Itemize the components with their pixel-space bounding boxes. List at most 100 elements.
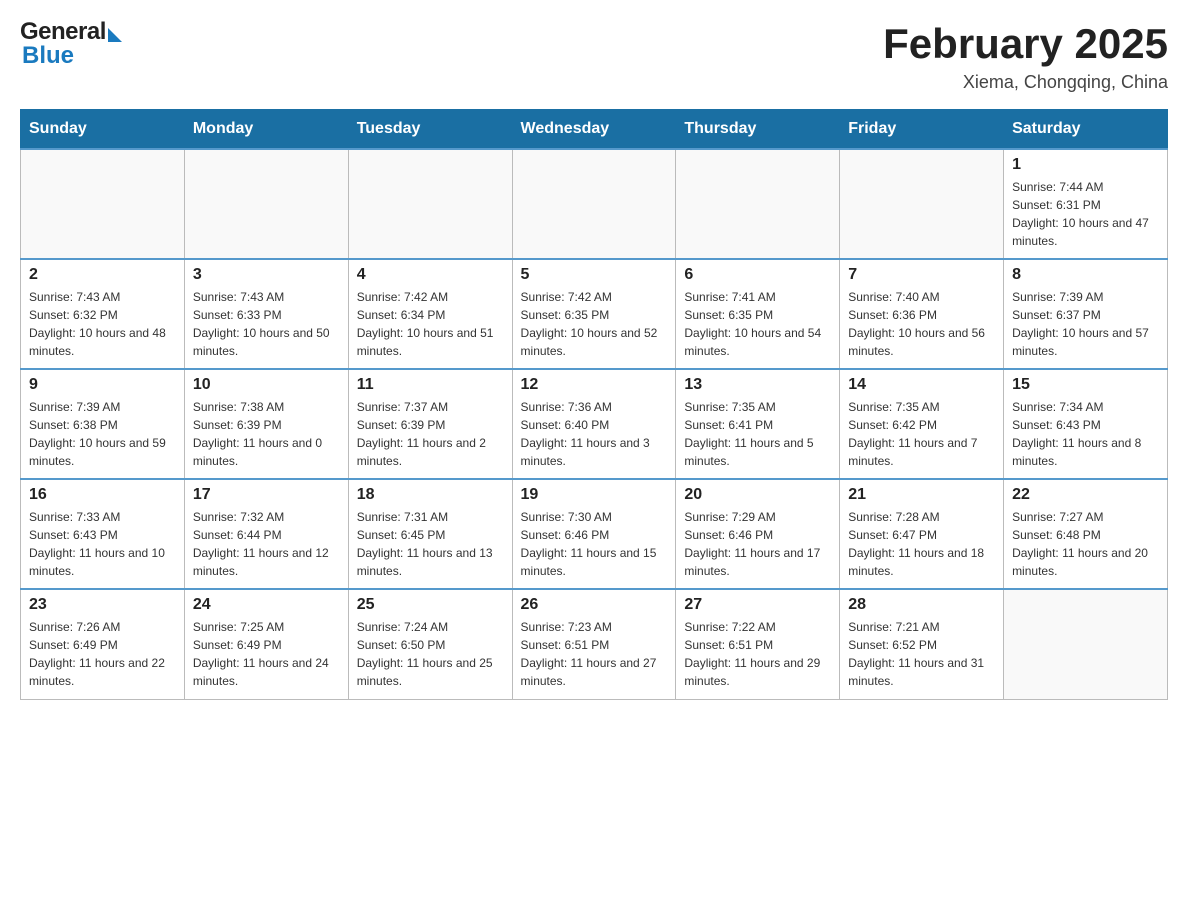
day-number: 28 — [848, 596, 995, 614]
day-number: 16 — [29, 486, 176, 504]
month-title: February 2025 — [883, 20, 1168, 68]
calendar-cell: 20 Sunrise: 7:29 AMSunset: 6:46 PMDayligh… — [676, 479, 840, 589]
calendar-week-1: 1 Sunrise: 7:44 AMSunset: 6:31 PMDaylight… — [21, 149, 1168, 259]
calendar-cell: 11 Sunrise: 7:37 AMSunset: 6:39 PMDayligh… — [348, 369, 512, 479]
day-info: Sunrise: 7:24 AMSunset: 6:50 PMDaylight:… — [357, 618, 504, 690]
day-number: 18 — [357, 486, 504, 504]
day-info: Sunrise: 7:40 AMSunset: 6:36 PMDaylight:… — [848, 288, 995, 360]
column-header-sunday: Sunday — [21, 110, 185, 150]
calendar-cell — [21, 149, 185, 259]
day-number: 27 — [684, 596, 831, 614]
calendar-cell: 27 Sunrise: 7:22 AMSunset: 6:51 PMDayligh… — [676, 589, 840, 699]
calendar-cell: 13 Sunrise: 7:35 AMSunset: 6:41 PMDayligh… — [676, 369, 840, 479]
calendar-cell: 9Sunrise: 7:39 AMSunset: 6:38 PMDaylight… — [21, 369, 185, 479]
calendar-week-2: 2Sunrise: 7:43 AMSunset: 6:32 PMDaylight… — [21, 259, 1168, 369]
calendar-cell: 3 Sunrise: 7:43 AMSunset: 6:33 PMDaylight… — [184, 259, 348, 369]
calendar-cell: 26 Sunrise: 7:23 AMSunset: 6:51 PMDayligh… — [512, 589, 676, 699]
calendar-cell: 2Sunrise: 7:43 AMSunset: 6:32 PMDaylight… — [21, 259, 185, 369]
day-info: Sunrise: 7:31 AMSunset: 6:45 PMDaylight:… — [357, 508, 504, 580]
day-info: Sunrise: 7:41 AMSunset: 6:35 PMDaylight:… — [684, 288, 831, 360]
day-number: 26 — [521, 596, 668, 614]
column-header-wednesday: Wednesday — [512, 110, 676, 150]
calendar-cell: 8 Sunrise: 7:39 AMSunset: 6:37 PMDaylight… — [1004, 259, 1168, 369]
day-number: 5 — [521, 266, 668, 284]
day-info: Sunrise: 7:29 AMSunset: 6:46 PMDaylight:… — [684, 508, 831, 580]
calendar-week-3: 9Sunrise: 7:39 AMSunset: 6:38 PMDaylight… — [21, 369, 1168, 479]
calendar-cell: 17 Sunrise: 7:32 AMSunset: 6:44 PMDayligh… — [184, 479, 348, 589]
calendar-cell — [512, 149, 676, 259]
day-number: 11 — [357, 376, 504, 394]
day-number: 6 — [684, 266, 831, 284]
day-info: Sunrise: 7:28 AMSunset: 6:47 PMDaylight:… — [848, 508, 995, 580]
day-number: 22 — [1012, 486, 1159, 504]
column-header-saturday: Saturday — [1004, 110, 1168, 150]
day-info: Sunrise: 7:26 AMSunset: 6:49 PMDaylight:… — [29, 618, 176, 690]
calendar-cell — [676, 149, 840, 259]
calendar-cell: 28Sunrise: 7:21 AMSunset: 6:52 PMDayligh… — [840, 589, 1004, 699]
day-number: 23 — [29, 596, 176, 614]
calendar-week-5: 23 Sunrise: 7:26 AMSunset: 6:49 PMDayligh… — [21, 589, 1168, 699]
day-number: 12 — [521, 376, 668, 394]
day-number: 7 — [848, 266, 995, 284]
column-header-monday: Monday — [184, 110, 348, 150]
day-number: 20 — [684, 486, 831, 504]
day-number: 2 — [29, 266, 176, 284]
calendar-cell — [184, 149, 348, 259]
day-info: Sunrise: 7:42 AMSunset: 6:35 PMDaylight:… — [521, 288, 668, 360]
calendar-cell: 18 Sunrise: 7:31 AMSunset: 6:45 PMDayligh… — [348, 479, 512, 589]
calendar-cell: 16Sunrise: 7:33 AMSunset: 6:43 PMDayligh… — [21, 479, 185, 589]
day-number: 15 — [1012, 376, 1159, 394]
day-number: 14 — [848, 376, 995, 394]
title-section: February 2025 Xiema, Chongqing, China — [883, 20, 1168, 93]
calendar-header-row: SundayMondayTuesdayWednesdayThursdayFrid… — [21, 110, 1168, 150]
calendar-cell: 14 Sunrise: 7:35 AMSunset: 6:42 PMDayligh… — [840, 369, 1004, 479]
calendar-cell: 21 Sunrise: 7:28 AMSunset: 6:47 PMDayligh… — [840, 479, 1004, 589]
day-number: 10 — [193, 376, 340, 394]
day-info: Sunrise: 7:38 AMSunset: 6:39 PMDaylight:… — [193, 398, 340, 470]
day-number: 1 — [1012, 156, 1159, 174]
day-info: Sunrise: 7:43 AMSunset: 6:33 PMDaylight:… — [193, 288, 340, 360]
day-info: Sunrise: 7:23 AMSunset: 6:51 PMDaylight:… — [521, 618, 668, 690]
calendar-cell: 24Sunrise: 7:25 AMSunset: 6:49 PMDayligh… — [184, 589, 348, 699]
logo-blue-text: Blue — [22, 44, 122, 68]
calendar-cell: 6 Sunrise: 7:41 AMSunset: 6:35 PMDaylight… — [676, 259, 840, 369]
column-header-thursday: Thursday — [676, 110, 840, 150]
page-header: General Blue February 2025 Xiema, Chongq… — [20, 20, 1168, 93]
day-info: Sunrise: 7:35 AMSunset: 6:42 PMDaylight:… — [848, 398, 995, 470]
day-info: Sunrise: 7:25 AMSunset: 6:49 PMDaylight:… — [193, 618, 340, 690]
day-number: 17 — [193, 486, 340, 504]
day-number: 13 — [684, 376, 831, 394]
calendar-cell: 22 Sunrise: 7:27 AMSunset: 6:48 PMDayligh… — [1004, 479, 1168, 589]
day-number: 19 — [521, 486, 668, 504]
day-info: Sunrise: 7:27 AMSunset: 6:48 PMDaylight:… — [1012, 508, 1159, 580]
day-info: Sunrise: 7:30 AMSunset: 6:46 PMDaylight:… — [521, 508, 668, 580]
day-number: 8 — [1012, 266, 1159, 284]
day-info: Sunrise: 7:35 AMSunset: 6:41 PMDaylight:… — [684, 398, 831, 470]
day-info: Sunrise: 7:36 AMSunset: 6:40 PMDaylight:… — [521, 398, 668, 470]
day-info: Sunrise: 7:37 AMSunset: 6:39 PMDaylight:… — [357, 398, 504, 470]
calendar-cell: 1 Sunrise: 7:44 AMSunset: 6:31 PMDaylight… — [1004, 149, 1168, 259]
location-text: Xiema, Chongqing, China — [883, 72, 1168, 93]
calendar-cell: 4 Sunrise: 7:42 AMSunset: 6:34 PMDaylight… — [348, 259, 512, 369]
day-number: 3 — [193, 266, 340, 284]
day-number: 4 — [357, 266, 504, 284]
calendar-cell — [1004, 589, 1168, 699]
day-info: Sunrise: 7:42 AMSunset: 6:34 PMDaylight:… — [357, 288, 504, 360]
calendar-cell: 10 Sunrise: 7:38 AMSunset: 6:39 PMDayligh… — [184, 369, 348, 479]
day-info: Sunrise: 7:32 AMSunset: 6:44 PMDaylight:… — [193, 508, 340, 580]
day-number: 21 — [848, 486, 995, 504]
day-info: Sunrise: 7:44 AMSunset: 6:31 PMDaylight:… — [1012, 178, 1159, 250]
calendar-cell: 25Sunrise: 7:24 AMSunset: 6:50 PMDayligh… — [348, 589, 512, 699]
day-info: Sunrise: 7:22 AMSunset: 6:51 PMDaylight:… — [684, 618, 831, 690]
calendar-cell: 15Sunrise: 7:34 AMSunset: 6:43 PMDayligh… — [1004, 369, 1168, 479]
day-info: Sunrise: 7:39 AMSunset: 6:37 PMDaylight:… — [1012, 288, 1159, 360]
calendar-cell — [840, 149, 1004, 259]
column-header-friday: Friday — [840, 110, 1004, 150]
calendar-table: SundayMondayTuesdayWednesdayThursdayFrid… — [20, 109, 1168, 700]
calendar-cell: 12 Sunrise: 7:36 AMSunset: 6:40 PMDayligh… — [512, 369, 676, 479]
calendar-cell — [348, 149, 512, 259]
logo: General Blue — [20, 20, 122, 68]
calendar-cell: 5 Sunrise: 7:42 AMSunset: 6:35 PMDaylight… — [512, 259, 676, 369]
day-number: 9 — [29, 376, 176, 394]
calendar-week-4: 16Sunrise: 7:33 AMSunset: 6:43 PMDayligh… — [21, 479, 1168, 589]
